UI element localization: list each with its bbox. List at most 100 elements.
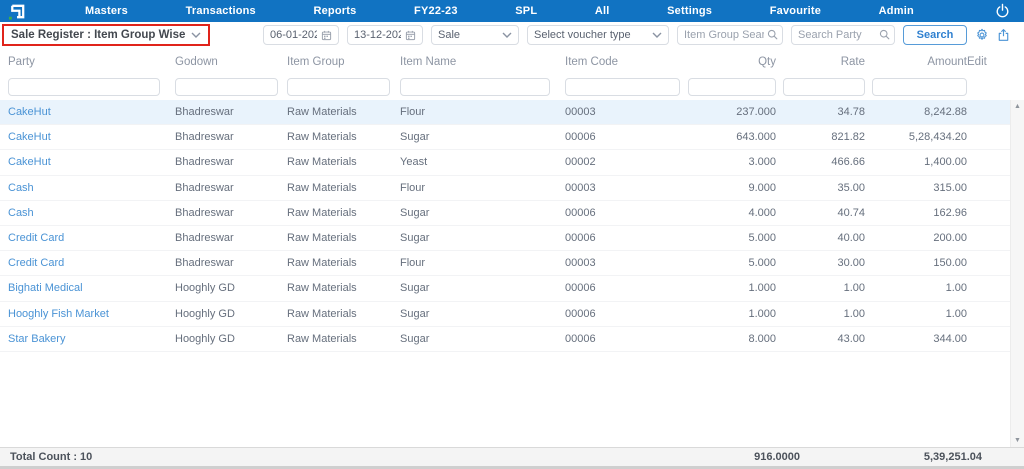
cell-amount: 1.00: [945, 307, 967, 320]
cell-qty: 8.000: [748, 332, 776, 345]
cell-item-code: 00006: [565, 282, 596, 295]
filter-item-group-input[interactable]: [287, 78, 390, 96]
cell-amount: 150.00: [933, 257, 967, 270]
nav-menu: Masters Transactions Reports FY22-23 SPL All S…: [85, 5, 914, 17]
table-row[interactable]: Hooghly Fish Market Hooghly GD Raw Materia…: [0, 302, 1010, 327]
table-row[interactable]: CakeHut Bhadreswar Raw Materials Sugar 00006…: [0, 125, 1010, 151]
cell-item-code: 00006: [565, 332, 596, 345]
column-header-godown[interactable]: Godown: [175, 56, 287, 75]
column-header-item-code[interactable]: Item Code: [565, 56, 688, 75]
filter-party-input[interactable]: [8, 78, 160, 96]
report-type-select[interactable]: Sale: [431, 25, 519, 45]
chevron-down-icon: [502, 32, 512, 38]
cell-rate: 821.82: [831, 131, 865, 144]
cell-amount: 162.96: [933, 206, 967, 219]
table-row[interactable]: Credit Card Bhadreswar Raw Materials Flour 0…: [0, 251, 1010, 277]
filter-godown-input[interactable]: [175, 78, 278, 96]
cell-party[interactable]: CakeHut: [8, 131, 175, 143]
cell-amount: 200.00: [933, 232, 967, 245]
total-count-label: Total Count : 10: [10, 451, 93, 463]
column-header-amount[interactable]: Amount: [865, 56, 967, 75]
cell-item-code: 00003: [565, 106, 596, 119]
filter-rate-input[interactable]: [783, 78, 865, 96]
cell-item-name: Sugar: [400, 131, 430, 144]
nav-item-reports[interactable]: Reports: [313, 5, 356, 17]
filter-amount-input[interactable]: [872, 78, 967, 96]
cell-qty: 5.000: [748, 232, 776, 245]
date-from-input[interactable]: 06-01-2022: [263, 25, 339, 45]
cell-party[interactable]: Hooghly Fish Market: [8, 308, 175, 320]
report-title-dropdown[interactable]: Sale Register : Item Group Wise: [2, 24, 211, 46]
cell-party[interactable]: CakeHut: [8, 156, 175, 168]
table-row[interactable]: Cash Bhadreswar Raw Materials Flour 00003 9.0…: [0, 176, 1010, 201]
cell-item-code: 00006: [565, 206, 596, 219]
nav-item-transactions[interactable]: Transactions: [186, 5, 256, 17]
cell-party[interactable]: Cash: [8, 207, 175, 219]
cell-party[interactable]: Bighati Medical: [8, 282, 175, 294]
table-row[interactable]: Cash Bhadreswar Raw Materials Sugar 00006 4.0…: [0, 201, 1010, 226]
table-row[interactable]: Star Bakery Hooghly GD Raw Materials Sugar 0…: [0, 327, 1010, 352]
cell-godown: Bhadreswar: [175, 181, 234, 194]
column-header-item-name[interactable]: Item Name: [400, 56, 565, 75]
filter-item-code-input[interactable]: [565, 78, 680, 96]
search-button[interactable]: Search: [903, 25, 967, 45]
vertical-scrollbar[interactable]: ▲ ▼: [1010, 100, 1024, 447]
top-nav-bar: Masters Transactions Reports FY22-23 SPL All S…: [0, 0, 1024, 22]
table-row[interactable]: Bighati Medical Hooghly GD Raw Materials Su…: [0, 276, 1010, 302]
cell-item-code: 00003: [565, 257, 596, 270]
nav-item-masters[interactable]: Masters: [85, 5, 128, 17]
cell-party[interactable]: Credit Card: [8, 232, 175, 244]
table-row[interactable]: Credit Card Bhadreswar Raw Materials Sugar 0…: [0, 226, 1010, 252]
cell-item-group: Raw Materials: [287, 332, 357, 345]
power-icon[interactable]: [995, 3, 1010, 18]
nav-item-spl[interactable]: SPL: [515, 5, 537, 17]
cell-item-name: Flour: [400, 257, 426, 270]
cell-party[interactable]: Star Bakery: [8, 333, 175, 345]
nav-item-fy22-23[interactable]: FY22-23: [414, 5, 458, 17]
date-to-input[interactable]: 13-12-2022: [347, 25, 423, 45]
nav-item-admin[interactable]: Admin: [879, 5, 914, 17]
column-header-rate[interactable]: Rate: [776, 56, 865, 75]
cell-party[interactable]: CakeHut: [8, 106, 175, 118]
cell-party[interactable]: Cash: [8, 182, 175, 194]
cell-rate: 30.00: [837, 257, 865, 270]
cell-amount: 1.00: [945, 282, 967, 295]
filter-qty-input[interactable]: [688, 78, 776, 96]
nav-item-settings[interactable]: Settings: [667, 5, 712, 17]
chevron-down-icon: [652, 32, 662, 38]
cell-godown: Bhadreswar: [175, 206, 234, 219]
nav-item-all[interactable]: All: [595, 5, 610, 17]
column-header-qty[interactable]: Qty: [688, 56, 776, 75]
cell-godown: Bhadreswar: [175, 106, 234, 119]
cell-qty: 9.000: [748, 181, 776, 194]
table-row[interactable]: CakeHut Bhadreswar Raw Materials Flour 00003…: [0, 100, 1010, 126]
cell-rate: 34.78: [837, 106, 865, 119]
cell-item-group: Raw Materials: [287, 106, 357, 119]
cell-item-group: Raw Materials: [287, 257, 357, 270]
cell-godown: Bhadreswar: [175, 131, 234, 144]
nav-item-favourite[interactable]: Favourite: [770, 5, 821, 17]
filter-item-name-input[interactable]: [400, 78, 550, 96]
column-header-item-group[interactable]: Item Group: [287, 56, 400, 75]
scroll-up-icon[interactable]: ▲: [1014, 103, 1021, 110]
scroll-down-icon[interactable]: ▼: [1014, 437, 1021, 444]
cell-item-group: Raw Materials: [287, 181, 357, 194]
cell-item-group: Raw Materials: [287, 307, 357, 320]
cell-item-group: Raw Materials: [287, 232, 357, 245]
report-toolbar: Sale Register : Item Group Wise 06-01-20…: [0, 22, 1024, 48]
report-type-value: Sale: [438, 29, 461, 41]
cell-amount: 5,28,434.20: [908, 131, 967, 144]
table-row[interactable]: CakeHut Bhadreswar Raw Materials Yeast 00002…: [0, 150, 1010, 176]
cell-godown: Bhadreswar: [175, 232, 234, 245]
cell-item-code: 00006: [565, 131, 596, 144]
cell-item-group: Raw Materials: [287, 156, 357, 169]
total-qty-value: 916.0000: [754, 451, 800, 463]
export-icon[interactable]: [997, 28, 1010, 42]
cell-party[interactable]: Credit Card: [8, 257, 175, 269]
search-icon: [879, 29, 890, 40]
voucher-type-select[interactable]: Select voucher type: [527, 25, 669, 45]
settings-gear-icon[interactable]: [975, 28, 989, 42]
app-logo-icon[interactable]: [8, 2, 27, 21]
column-header-party[interactable]: Party: [8, 56, 175, 75]
cell-amount: 344.00: [933, 332, 967, 345]
